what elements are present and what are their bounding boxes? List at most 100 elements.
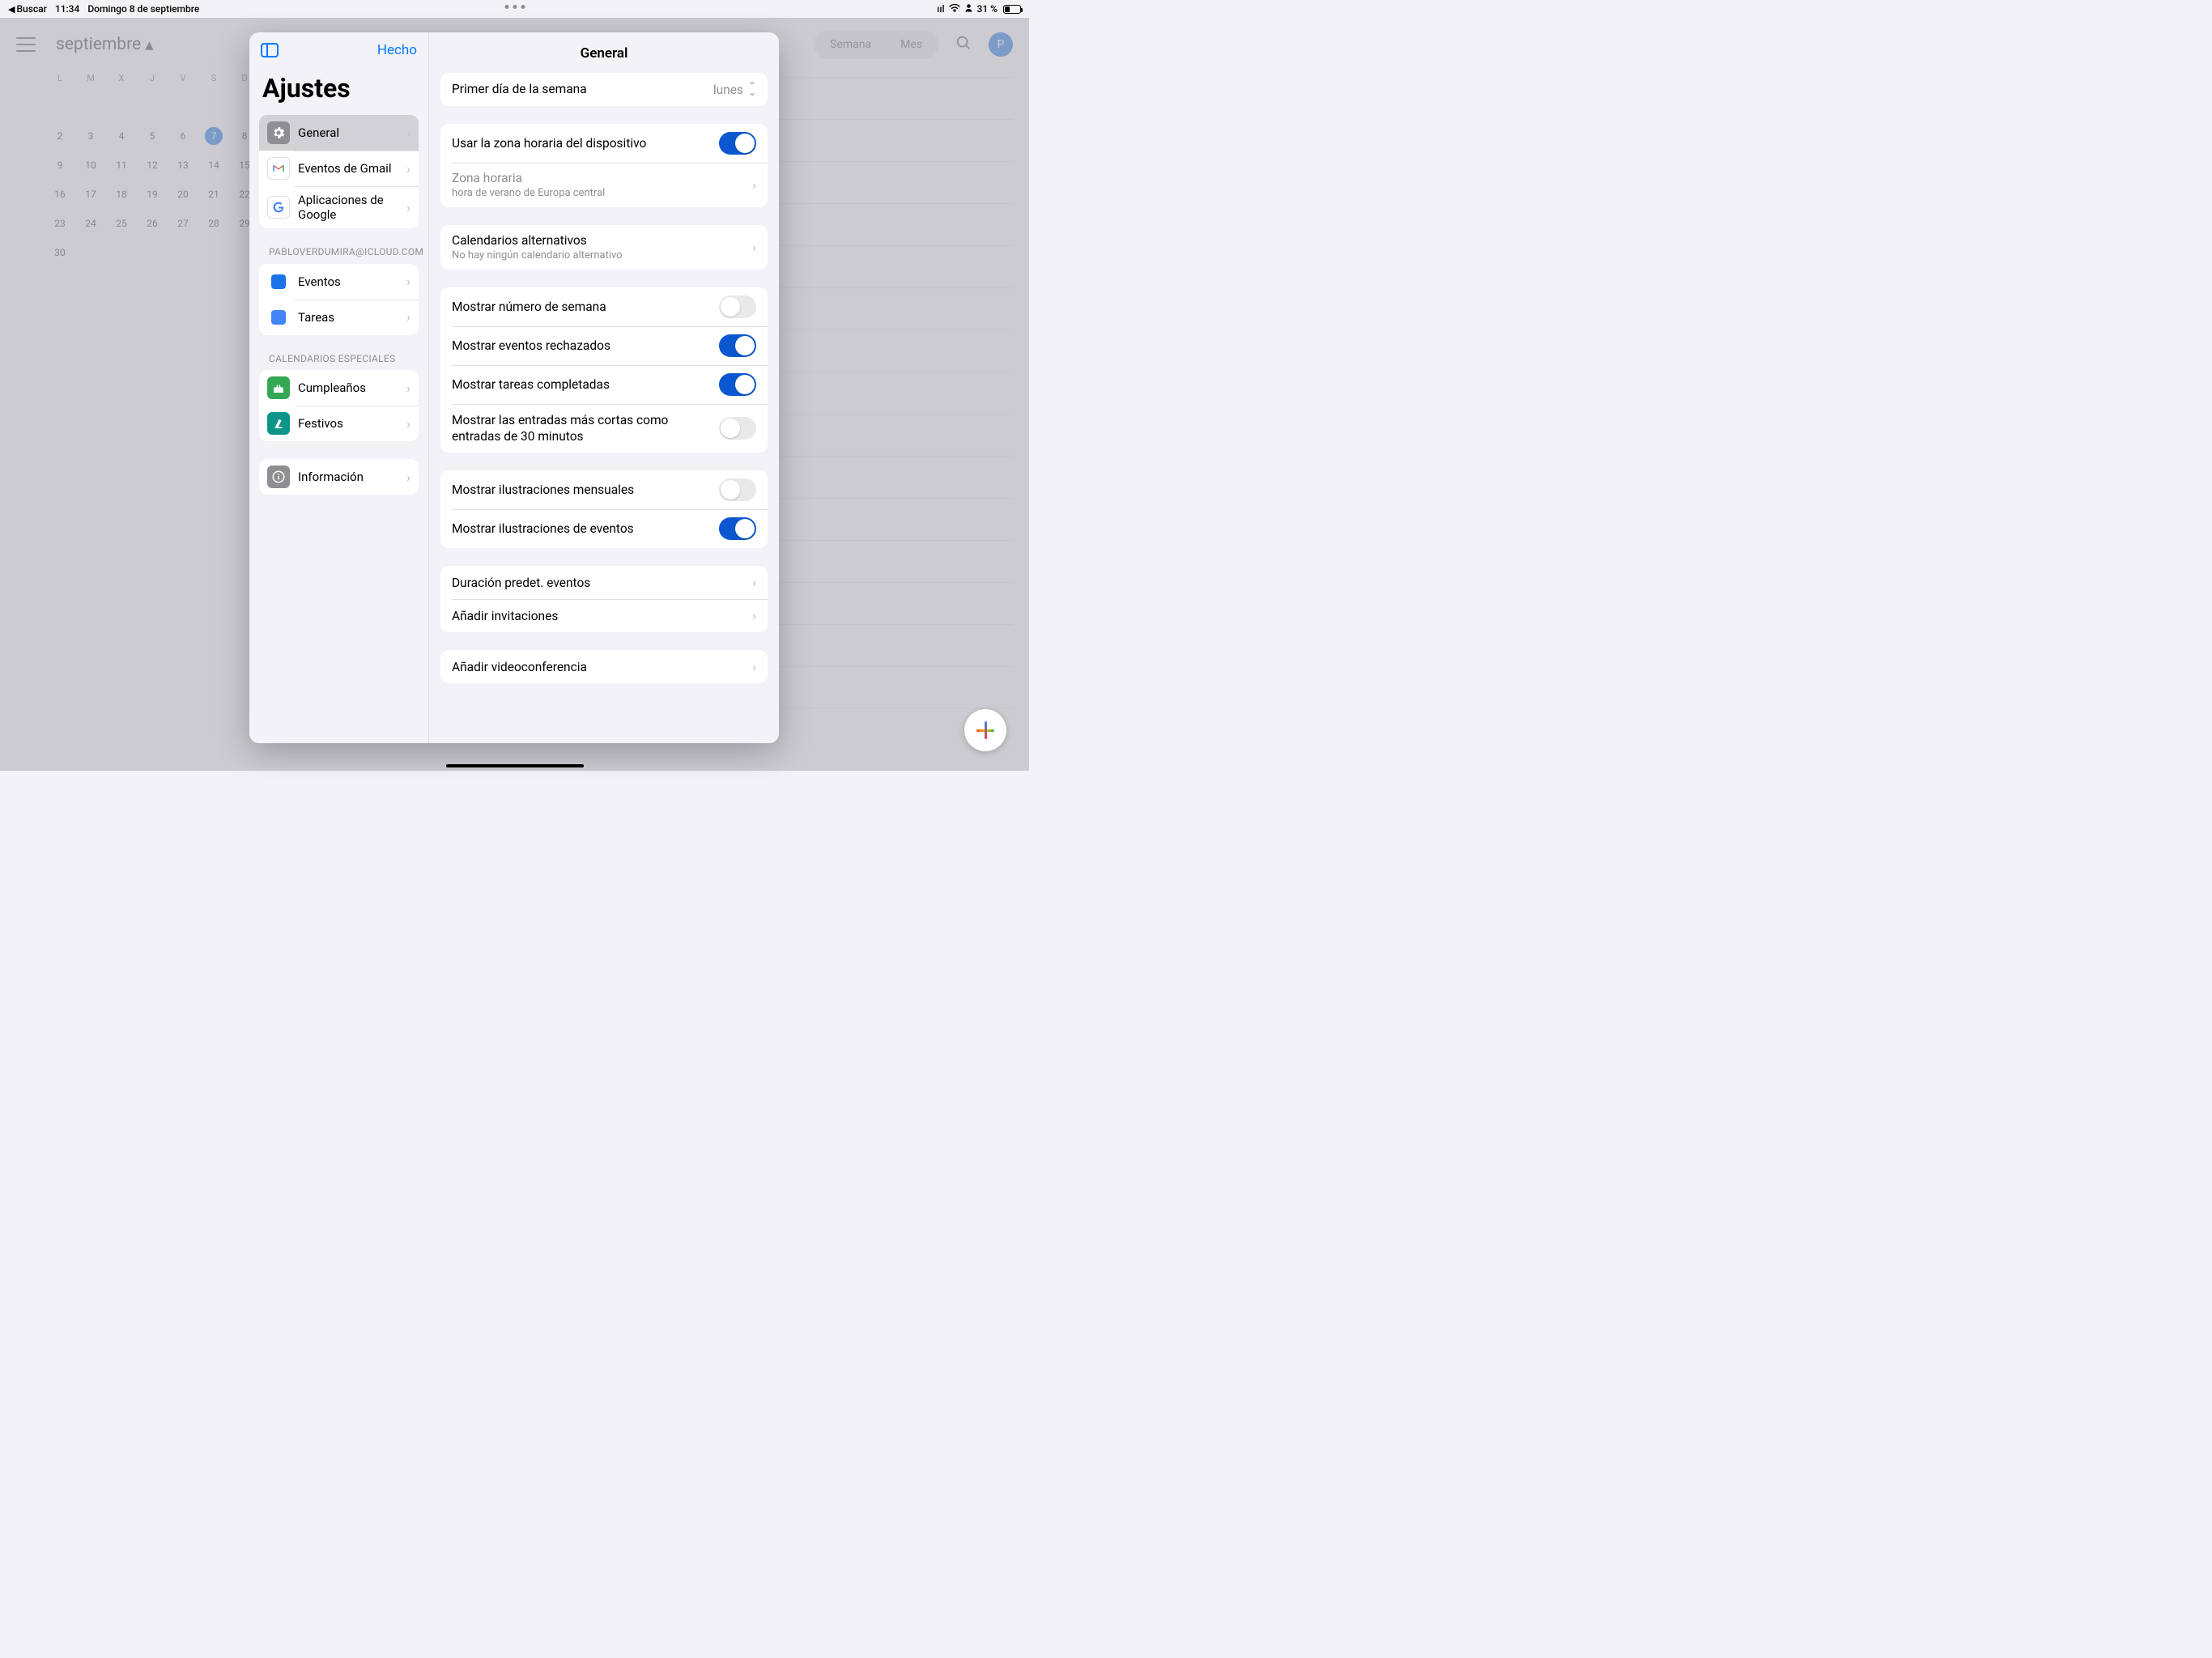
gear-icon (267, 121, 290, 144)
battery-percent: 31 % (977, 3, 998, 15)
row-first-day[interactable]: Primer día de la semana lunes ⌃⌄ (440, 73, 768, 106)
chevron-right-icon: › (752, 240, 756, 255)
sidebar-item-label: Información (298, 470, 406, 484)
sidebar-item-label: Eventos de Gmail (298, 161, 406, 176)
sidebar-item-google-apps[interactable]: Aplicaciones de Google › (259, 186, 419, 228)
row-sublabel: hora de verano de Europa central (452, 187, 752, 199)
sidebar-item-info[interactable]: Información › (259, 459, 419, 495)
done-button[interactable]: Hecho (377, 42, 417, 58)
chevron-right-icon: › (406, 470, 410, 485)
row-label: Mostrar tareas completadas (452, 376, 719, 393)
chevron-right-icon: › (406, 200, 410, 215)
sidebar-group-special: Cumpleaños › Festivos › (259, 370, 419, 441)
create-event-fab[interactable] (964, 709, 1006, 751)
chevron-right-icon: › (406, 309, 410, 325)
tasks-color-icon (267, 306, 290, 329)
row-default-duration[interactable]: Duración predet. eventos › (440, 566, 768, 599)
row-label: Usar la zona horaria del dispositivo (452, 135, 719, 151)
birthday-icon (267, 376, 290, 399)
holiday-icon (267, 412, 290, 435)
chevron-right-icon: › (752, 659, 756, 674)
group-illustrations: Mostrar ilustraciones mensuales Mostrar … (440, 470, 768, 548)
sidebar-group-about: Información › (259, 459, 419, 495)
row-label: Zona horaria (452, 171, 752, 185)
row-short-entries[interactable]: Mostrar las entradas más cortas como ent… (440, 404, 768, 453)
settings-title: Ajustes (249, 68, 428, 115)
row-add-invites[interactable]: Añadir invitaciones › (440, 599, 768, 632)
multitask-dots-icon[interactable] (504, 5, 525, 9)
settings-detail: General Primer día de la semana lunes ⌃⌄… (429, 32, 779, 743)
sidebar-section-special: CALENDARIOS ESPECIALES (249, 353, 428, 371)
switch-use-device-tz[interactable] (719, 132, 756, 155)
switch-monthly-illustrations[interactable] (719, 478, 756, 501)
group-timezone: Usar la zona horaria del dispositivo Zon… (440, 124, 768, 207)
switch-short-entries[interactable] (719, 417, 756, 440)
group-display-toggles: Mostrar número de semana Mostrar eventos… (440, 287, 768, 453)
back-app-label: Buscar (16, 3, 46, 15)
chevron-right-icon: › (406, 125, 410, 141)
row-label: Primer día de la semana (452, 81, 713, 97)
status-bar: ◀ Buscar 11:34 Domingo 8 de septiembre ı… (0, 0, 1029, 18)
sidebar-group-main: General › Eventos de Gmail › Aplicacione… (259, 115, 419, 228)
switch-week-number[interactable] (719, 295, 756, 318)
sidebar-item-general[interactable]: General › (259, 115, 419, 151)
sidebar-item-gmail-events[interactable]: Eventos de Gmail › (259, 151, 419, 186)
sidebar-item-tasks[interactable]: Tareas › (259, 300, 419, 335)
switch-declined-events[interactable] (719, 334, 756, 357)
sidebar-item-label: General (298, 125, 406, 140)
row-timezone[interactable]: Zona horaria hora de verano de Europa ce… (440, 163, 768, 207)
battery-icon (1002, 5, 1021, 14)
gmail-icon (267, 157, 290, 180)
sidebar-item-label: Tareas (298, 310, 406, 325)
detail-title: General (429, 32, 779, 73)
sidebar-toggle-icon[interactable] (261, 43, 279, 57)
row-completed-tasks[interactable]: Mostrar tareas completadas (440, 365, 768, 404)
sidebar-item-events[interactable]: Eventos › (259, 264, 419, 300)
row-value: lunes (713, 83, 743, 97)
row-alt-calendars[interactable]: Calendarios alternativos No hay ningún c… (440, 225, 768, 270)
row-event-illustrations[interactable]: Mostrar ilustraciones de eventos (440, 509, 768, 548)
group-first-day: Primer día de la semana lunes ⌃⌄ (440, 73, 768, 106)
wifi-icon (949, 3, 960, 15)
home-indicator[interactable] (446, 764, 584, 767)
row-label: Duración predet. eventos (452, 575, 752, 591)
row-label: Mostrar número de semana (452, 299, 719, 315)
switch-event-illustrations[interactable] (719, 517, 756, 540)
row-label: Añadir invitaciones (452, 608, 752, 624)
chevron-right-icon: › (752, 575, 756, 590)
row-use-device-tz[interactable]: Usar la zona horaria del dispositivo (440, 124, 768, 163)
row-week-number[interactable]: Mostrar número de semana (440, 287, 768, 326)
row-sublabel: No hay ningún calendario alternativo (452, 249, 752, 261)
row-label: Mostrar ilustraciones de eventos (452, 521, 719, 537)
row-label: Añadir videoconferencia (452, 659, 752, 675)
chevron-right-icon: › (752, 177, 756, 193)
row-add-videoconference[interactable]: Añadir videoconferencia › (440, 650, 768, 683)
row-monthly-illustrations[interactable]: Mostrar ilustraciones mensuales (440, 470, 768, 509)
chevron-right-icon: › (406, 274, 410, 289)
sidebar-item-holidays[interactable]: Festivos › (259, 406, 419, 441)
sidebar-item-label: Aplicaciones de Google (298, 193, 406, 222)
sidebar-item-label: Festivos (298, 416, 406, 431)
group-videoconference: Añadir videoconferencia › (440, 650, 768, 683)
row-declined-events[interactable]: Mostrar eventos rechazados (440, 326, 768, 365)
switch-completed-tasks[interactable] (719, 373, 756, 396)
sidebar-item-label: Cumpleaños (298, 380, 406, 395)
user-icon (964, 3, 973, 15)
settings-modal: Hecho Ajustes General › Eventos de Gmail… (249, 32, 779, 743)
row-label: Mostrar ilustraciones mensuales (452, 482, 719, 498)
chevron-right-icon: › (406, 416, 410, 432)
row-label: Mostrar las entradas más cortas como ent… (452, 412, 719, 444)
row-label: Calendarios alternativos (452, 233, 752, 248)
updown-icon: ⌃⌄ (748, 83, 756, 95)
calendar-color-icon (267, 270, 290, 293)
status-time: 11:34 (55, 3, 79, 15)
group-event-defaults: Duración predet. eventos › Añadir invita… (440, 566, 768, 632)
back-caret-icon: ◀ (8, 4, 15, 15)
sidebar-section-account: PABLOVERDUMIRA@ICLOUD.COM (249, 246, 428, 264)
chevron-right-icon: › (406, 161, 410, 176)
settings-sidebar: Hecho Ajustes General › Eventos de Gmail… (249, 32, 429, 743)
sidebar-item-birthdays[interactable]: Cumpleaños › (259, 370, 419, 406)
back-to-app[interactable]: ◀ Buscar (8, 3, 47, 15)
google-icon (267, 196, 290, 219)
status-date: Domingo 8 de septiembre (87, 3, 199, 15)
